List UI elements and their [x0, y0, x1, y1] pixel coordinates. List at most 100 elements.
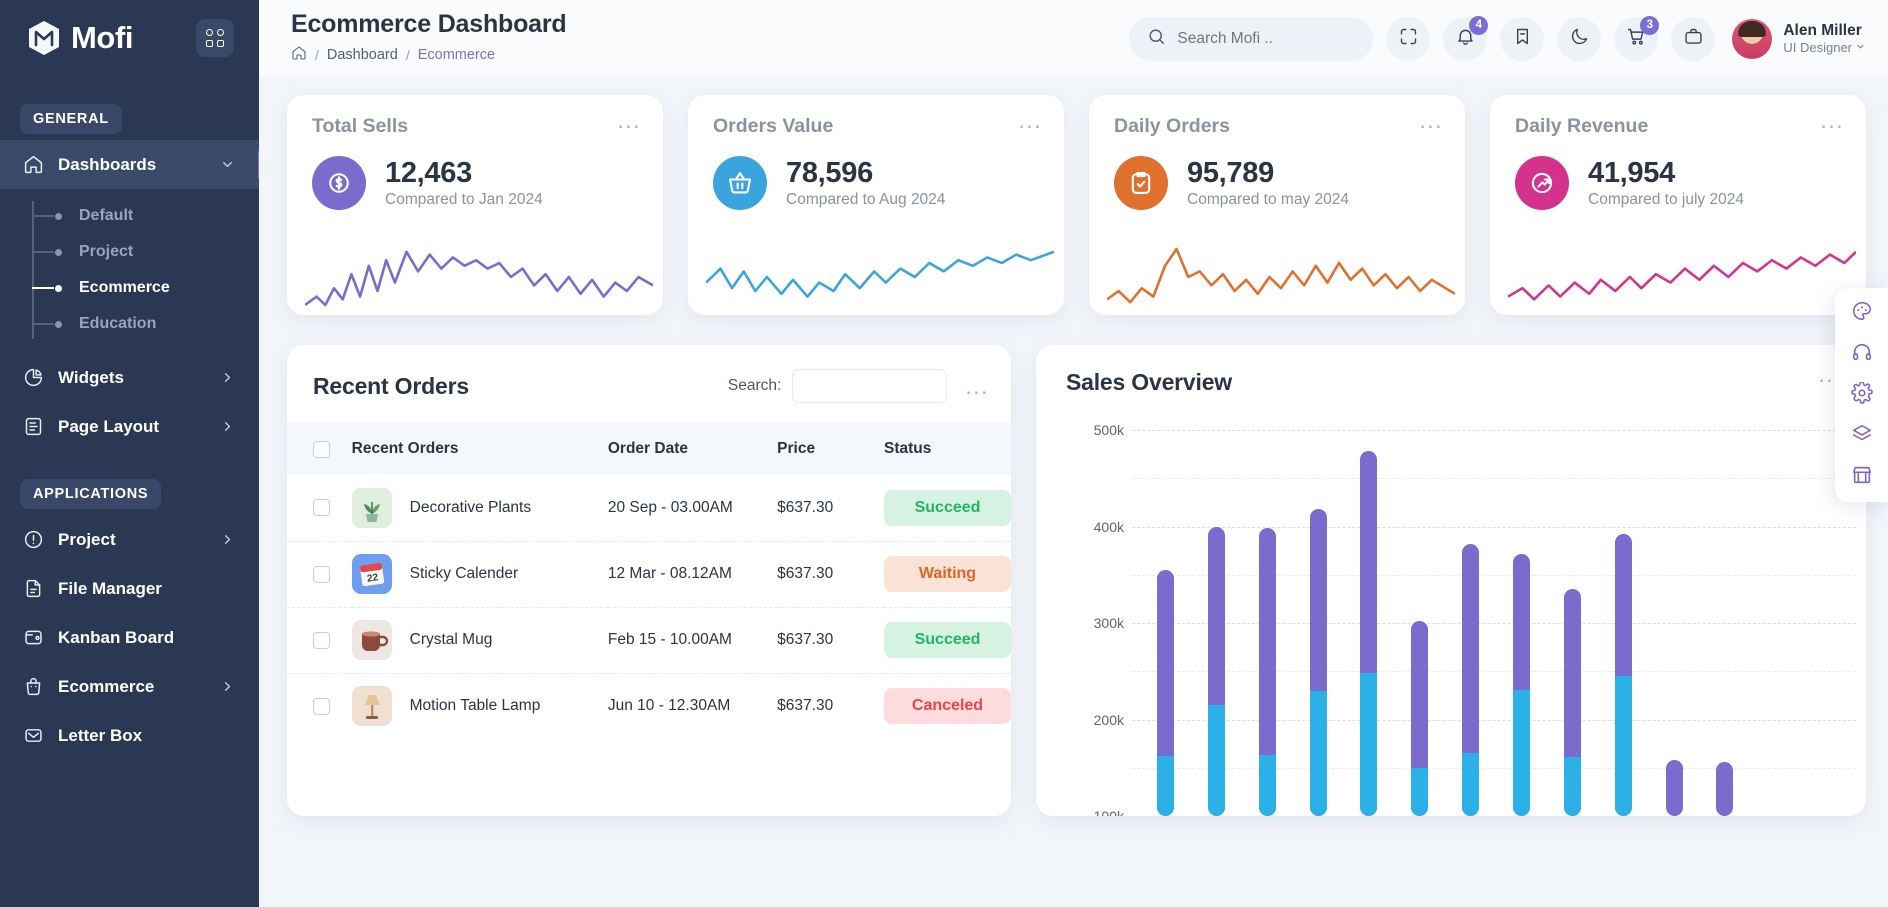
stat-value: 78,596 — [786, 157, 873, 190]
chart-bar[interactable] — [1411, 621, 1429, 816]
column-header-price[interactable]: Price — [777, 423, 884, 475]
chart-bar[interactable] — [1512, 553, 1530, 816]
chart-bar[interactable] — [1665, 760, 1683, 816]
search-input[interactable] — [1177, 29, 1338, 48]
orders-search-input[interactable] — [792, 369, 948, 403]
table-row[interactable]: Decorative Plants 20 Sep - 03.00AM $637.… — [287, 475, 1011, 542]
home-icon[interactable] — [291, 45, 307, 66]
table-row[interactable]: Crystal Mug Feb 15 - 10.00AM $637.30 Suc… — [287, 607, 1011, 674]
row-date-cell: 20 Sep - 03.00AM — [607, 475, 778, 542]
row-checkbox[interactable] — [313, 499, 330, 517]
row-select-cell — [287, 607, 352, 674]
section-label-general: GENERAL — [20, 104, 122, 134]
chart-bar[interactable] — [1309, 509, 1327, 816]
card-menu-button[interactable]: ... — [1419, 109, 1443, 132]
user-role-row: UI Designer — [1783, 40, 1866, 55]
clipboard-icon — [1114, 156, 1168, 210]
tree-dot-icon — [55, 320, 62, 328]
card-menu-button[interactable]: ... — [965, 375, 989, 398]
sidebar-subitem-ecommerce[interactable]: Ecommerce — [0, 270, 259, 306]
sidebar-item-file-manager[interactable]: File Manager — [0, 564, 259, 613]
mug-thumb-icon — [351, 620, 392, 660]
lamp-thumb-icon — [351, 686, 392, 727]
sidebar-subitem-label: Project — [79, 243, 134, 260]
stat-card-daily-revenue: Daily Revenue ... 41,954 Compared to jul… — [1490, 95, 1866, 315]
orders-search-label: Search: — [727, 377, 782, 394]
headphone-icon — [1851, 341, 1873, 368]
user-profile[interactable]: Alen Miller UI Designer — [1732, 18, 1866, 59]
chart-bar[interactable] — [1156, 569, 1174, 816]
bar-slot — [1649, 416, 1700, 816]
chart-bar[interactable] — [1207, 526, 1225, 816]
sidebar-subitem-project[interactable]: Project — [0, 234, 259, 270]
row-price-cell: $637.30 — [777, 697, 834, 715]
user-meta: Alen Miller UI Designer — [1783, 22, 1866, 55]
dollar-circle-icon — [312, 156, 366, 210]
select-all-checkbox[interactable] — [313, 440, 330, 458]
stat-value: 95,789 — [1187, 157, 1274, 190]
row-product-cell: Decorative Plants — [351, 475, 608, 542]
messages-button[interactable] — [1671, 16, 1716, 61]
palette-button[interactable] — [1850, 301, 1874, 325]
card-menu-button[interactable]: ... — [1018, 109, 1042, 132]
bar-slot — [1293, 416, 1344, 816]
support-button[interactable] — [1850, 342, 1874, 366]
sidebar-subitem-default[interactable]: Default — [0, 198, 259, 234]
row-status-cell: Succeed — [884, 607, 1011, 674]
user-role: UI Designer — [1783, 39, 1852, 55]
chart-bar[interactable] — [1614, 534, 1632, 816]
bar-slot — [1750, 416, 1801, 816]
y-axis-tick-label: 400k — [1093, 518, 1124, 535]
dark-mode-button[interactable] — [1557, 16, 1602, 61]
table-header: Recent Orders Order Date Price Status — [287, 423, 1011, 475]
row-checkbox[interactable] — [313, 631, 330, 649]
table-row[interactable]: 22 Sticky Calender 12 Mar - 08.12AM $637… — [287, 541, 1011, 608]
sidebar-subitem-education[interactable]: Education — [0, 306, 259, 342]
sidebar-item-dashboards[interactable]: Dashboards — [0, 140, 259, 189]
stat-card-daily-orders: Daily Orders ... 95,789 Compared to may … — [1089, 95, 1465, 315]
right-float-toolbar — [1835, 288, 1888, 502]
chart-bar[interactable] — [1462, 543, 1480, 816]
card-menu-button[interactable]: ... — [617, 109, 641, 132]
basket-icon — [713, 156, 767, 210]
layers-button[interactable] — [1850, 424, 1874, 448]
home-icon — [22, 154, 44, 176]
row-checkbox[interactable] — [313, 697, 330, 715]
sidebar-item-widgets[interactable]: Widgets — [0, 353, 259, 402]
sidebar-subitem-label: Education — [79, 315, 157, 332]
column-header-name[interactable]: Recent Orders — [351, 423, 608, 475]
chart-bar[interactable] — [1716, 761, 1734, 816]
tree-branch-icon — [32, 251, 54, 253]
select-all-header — [287, 423, 352, 475]
sidebar-item-letter-box[interactable]: Letter Box — [0, 711, 259, 760]
notifications-button[interactable]: 4 — [1443, 15, 1489, 61]
row-checkbox[interactable] — [313, 565, 330, 583]
chart-bar[interactable] — [1360, 451, 1378, 816]
cart-button[interactable]: 3 — [1614, 15, 1660, 61]
chevron-down-icon — [220, 157, 235, 172]
tree-branch-icon — [32, 287, 54, 289]
column-header-date[interactable]: Order Date — [607, 423, 778, 475]
settings-button[interactable] — [1850, 380, 1874, 407]
card-menu-button[interactable]: ... — [1820, 109, 1844, 132]
sidebar-item-project[interactable]: Project — [0, 515, 259, 564]
chart-bar[interactable] — [1563, 589, 1581, 816]
fullscreen-button[interactable] — [1386, 16, 1431, 61]
row-product-cell: 22 Sticky Calender — [351, 541, 608, 608]
store-button[interactable] — [1850, 465, 1874, 489]
bookmark-button[interactable] — [1500, 16, 1545, 61]
store-icon — [1851, 464, 1873, 491]
breadcrumb-parent[interactable]: Dashboard — [327, 47, 398, 63]
chart-bar[interactable] — [1258, 528, 1276, 816]
row-status-cell: Canceled — [884, 673, 1011, 739]
row-date-cell: Feb 15 - 10.00AM — [607, 607, 778, 674]
row-price-cell: $637.30 — [777, 475, 884, 542]
table-row[interactable]: Motion Table Lamp Jun 10 - 12.30AM $637.… — [287, 673, 1011, 739]
sidebar-item-page-layout[interactable]: Page Layout — [0, 402, 259, 451]
column-header-status[interactable]: Status — [884, 423, 1011, 475]
sidebar-item-kanban-board[interactable]: Kanban Board — [0, 613, 259, 662]
layers-icon — [1851, 423, 1873, 450]
sidebar-item-ecommerce[interactable]: Ecommerce — [0, 662, 259, 711]
sidebar-grid-toggle[interactable] — [196, 19, 234, 57]
search-box[interactable] — [1129, 16, 1374, 61]
